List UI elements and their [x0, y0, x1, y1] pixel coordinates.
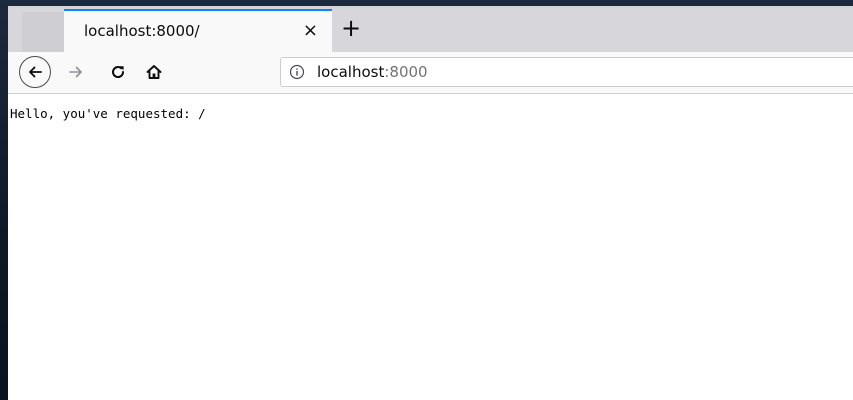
tab-strip: localhost:8000/ × + — [8, 6, 853, 52]
tab-title: localhost:8000/ — [84, 22, 200, 40]
arrow-right-icon — [69, 66, 82, 78]
url-port: :8000 — [384, 63, 428, 81]
page-content: Hello, you've requested: / — [8, 94, 853, 400]
forward-button[interactable] — [62, 58, 90, 86]
tab-localhost[interactable]: localhost:8000/ × — [64, 9, 332, 52]
url-host: localhost — [317, 63, 385, 81]
new-tab-button[interactable]: + — [338, 14, 364, 44]
browser-window: localhost:8000/ × + localhost:8000 Hello… — [8, 6, 853, 400]
navigation-toolbar: localhost:8000 — [8, 52, 853, 94]
reload-button[interactable] — [104, 58, 132, 86]
tab-strip-spacer — [22, 12, 64, 52]
close-icon[interactable]: × — [303, 19, 318, 43]
plus-icon: + — [340, 14, 362, 42]
arrow-left-icon — [29, 66, 42, 78]
response-text: Hello, you've requested: / — [10, 106, 206, 121]
home-button[interactable] — [140, 58, 168, 86]
home-icon — [146, 65, 162, 79]
back-button[interactable] — [19, 56, 51, 88]
url-bar[interactable]: localhost:8000 — [280, 57, 853, 87]
url-text: localhost:8000 — [317, 63, 428, 81]
reload-icon — [112, 66, 125, 78]
info-icon[interactable] — [289, 64, 305, 80]
